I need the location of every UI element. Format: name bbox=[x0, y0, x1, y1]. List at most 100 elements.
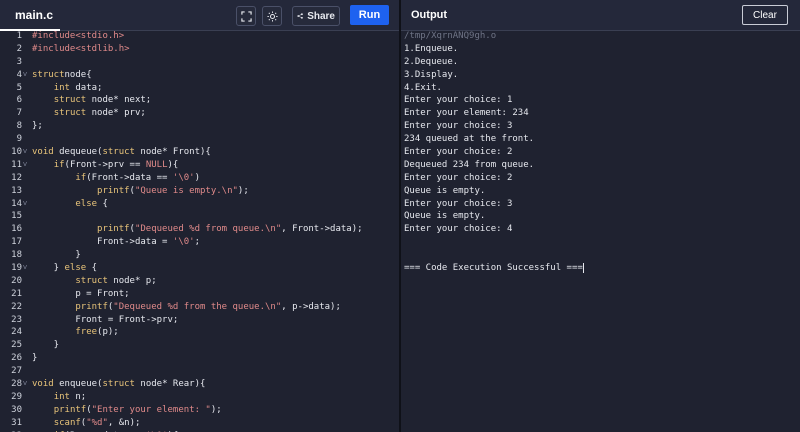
code-line[interactable]: 14 ˅ else { bbox=[0, 198, 399, 211]
line-source: free(p); bbox=[75, 327, 119, 338]
code-line[interactable]: 2 #include<stdlib.h> bbox=[0, 43, 399, 56]
share-icon bbox=[297, 13, 303, 19]
line-number: 3 bbox=[16, 56, 22, 67]
line-number: 14 bbox=[11, 198, 22, 209]
line-source: else { bbox=[75, 198, 108, 209]
code-line[interactable]: 28 ˅ void enqueue(struct node* Rear){ bbox=[0, 378, 399, 391]
fold-chevron-icon[interactable]: ˅ bbox=[22, 378, 28, 391]
line-source: printf("Dequeued %d from queue.\n", Fron… bbox=[97, 224, 363, 235]
line-number: 6 bbox=[16, 95, 22, 106]
line-source: struct node* p; bbox=[75, 275, 157, 286]
output-line: Enter your choice: 2 bbox=[404, 172, 513, 183]
output-line: 2.Dequeue. bbox=[404, 56, 459, 67]
code-line[interactable]: 9 bbox=[0, 133, 399, 146]
code-line[interactable]: 24 free(p); bbox=[0, 326, 399, 339]
line-number: 28 bbox=[11, 379, 22, 390]
line-number: 18 bbox=[11, 250, 22, 261]
line-source: }; bbox=[32, 121, 43, 132]
theme-toggle-button[interactable] bbox=[262, 6, 282, 26]
fold-chevron-icon[interactable]: ˅ bbox=[22, 159, 28, 172]
code-line[interactable]: 4 ˅ structnode{ bbox=[0, 69, 399, 82]
code-line[interactable]: 26} bbox=[0, 352, 399, 365]
code-line[interactable]: 12 if(Front->data == '\0') bbox=[0, 172, 399, 185]
fold-chevron-icon[interactable]: ˅ bbox=[22, 146, 28, 159]
code-line[interactable]: 20 struct node* p; bbox=[0, 275, 399, 288]
code-area[interactable]: 1 #include<stdio.h> 2 #include<stdlib.h> 3 4 ˅… bbox=[0, 30, 399, 432]
code-line[interactable]: 21 p = Front; bbox=[0, 288, 399, 301]
line-source: void dequeue(struct node* Front){ bbox=[32, 147, 211, 158]
output-panel: Output Clear /tmp/XqrnANQ9gh.o 1.Enqueue… bbox=[401, 0, 800, 432]
editor-toolbar: main.c Share Run bbox=[0, 0, 399, 31]
fold-chevron-icon[interactable]: ˅ bbox=[22, 69, 28, 82]
line-source: } bbox=[32, 250, 81, 261]
code-line[interactable]: 13 printf("Queue is empty.\n"); bbox=[0, 185, 399, 198]
line-source: } bbox=[32, 353, 38, 364]
output-line: 234 queued at the front. bbox=[404, 134, 535, 145]
line-source: void enqueue(struct node* Rear){ bbox=[32, 379, 206, 390]
fullscreen-button[interactable] bbox=[236, 6, 256, 26]
share-button[interactable]: Share bbox=[292, 6, 340, 26]
output-line: Queue is empty. bbox=[404, 185, 486, 196]
code-line[interactable]: 10 ˅ void dequeue(struct node* Front){ bbox=[0, 146, 399, 159]
output-line: === Code Execution Successful === bbox=[404, 262, 584, 274]
code-line[interactable]: 15 bbox=[0, 210, 399, 223]
line-number: 10 bbox=[11, 147, 22, 158]
code-line[interactable]: 6 struct node* next; bbox=[0, 94, 399, 107]
output-line: Enter your choice: 2 bbox=[404, 147, 513, 158]
code-line[interactable]: 29 int n; bbox=[0, 391, 399, 404]
sun-icon bbox=[266, 10, 278, 22]
code-line[interactable]: 19 ˅ } else { bbox=[0, 262, 399, 275]
output-line: Enter your choice: 4 bbox=[404, 224, 513, 235]
clear-button[interactable]: Clear bbox=[742, 5, 788, 25]
code-line[interactable]: 3 bbox=[0, 56, 399, 69]
line-number: 13 bbox=[11, 185, 22, 196]
line-source: printf("Enter your element: "); bbox=[53, 404, 222, 415]
line-source: #include<stdio.h> bbox=[32, 31, 125, 41]
line-number: 23 bbox=[11, 314, 22, 325]
fullscreen-icon bbox=[240, 10, 252, 22]
fold-chevron-icon[interactable]: ˅ bbox=[22, 198, 28, 211]
output-line: Enter your element: 234 bbox=[404, 108, 529, 119]
line-source: if(Front->data == '\0') bbox=[75, 172, 201, 183]
line-number: 29 bbox=[11, 391, 22, 402]
line-source: printf("Queue is empty.\n"); bbox=[97, 185, 249, 196]
output-path-line: /tmp/XqrnANQ9gh.o bbox=[404, 31, 497, 41]
output-title: Output bbox=[411, 9, 448, 21]
output-line: Enter your choice: 3 bbox=[404, 198, 513, 209]
share-label: Share bbox=[307, 10, 335, 22]
output-console[interactable]: /tmp/XqrnANQ9gh.o 1.Enqueue. 2.Dequeue. 3.… bbox=[404, 30, 800, 432]
code-line[interactable]: 25 } bbox=[0, 339, 399, 352]
line-number: 2 bbox=[16, 43, 22, 54]
line-number: 24 bbox=[11, 327, 22, 338]
code-line[interactable]: 5 int data; bbox=[0, 82, 399, 95]
line-number: 5 bbox=[16, 82, 22, 93]
code-line[interactable]: 31 scanf("%d", &n); bbox=[0, 417, 399, 430]
code-line[interactable]: 11 ˅ if(Front->prv == NULL){ bbox=[0, 159, 399, 172]
line-number: 30 bbox=[11, 404, 22, 415]
output-line: 4.Exit. bbox=[404, 82, 442, 93]
line-number: 9 bbox=[16, 134, 22, 145]
code-line[interactable]: 8}; bbox=[0, 120, 399, 133]
text-cursor bbox=[582, 262, 584, 273]
code-line[interactable]: 18 } bbox=[0, 249, 399, 262]
code-line[interactable]: 30 printf("Enter your element: "); bbox=[0, 404, 399, 417]
output-line: Queue is empty. bbox=[404, 211, 486, 222]
line-source: struct node* next; bbox=[53, 95, 152, 106]
code-line[interactable]: 7 struct node* prv; bbox=[0, 107, 399, 120]
output-line: Dequeued 234 from queue. bbox=[404, 159, 535, 170]
output-header: Output Clear bbox=[401, 0, 800, 31]
code-line[interactable]: 16 printf("Dequeued %d from queue.\n", F… bbox=[0, 223, 399, 236]
fold-chevron-icon[interactable]: ˅ bbox=[22, 262, 28, 275]
file-tab-main-c[interactable]: main.c bbox=[15, 8, 53, 22]
code-line[interactable]: 22 printf("Dequeued %d from the queue.\n… bbox=[0, 301, 399, 314]
code-line[interactable]: 1 #include<stdio.h> bbox=[0, 30, 399, 43]
code-line[interactable]: 27 bbox=[0, 365, 399, 378]
output-line: Enter your choice: 3 bbox=[404, 121, 513, 132]
code-line[interactable]: 17 Front->data = '\0'; bbox=[0, 236, 399, 249]
line-number: 16 bbox=[11, 224, 22, 235]
line-number: 21 bbox=[11, 288, 22, 299]
run-button[interactable]: Run bbox=[350, 5, 389, 25]
code-line[interactable]: 23 Front = Front->prv; bbox=[0, 314, 399, 327]
line-source: } else { bbox=[32, 263, 98, 274]
line-number: 20 bbox=[11, 275, 22, 286]
